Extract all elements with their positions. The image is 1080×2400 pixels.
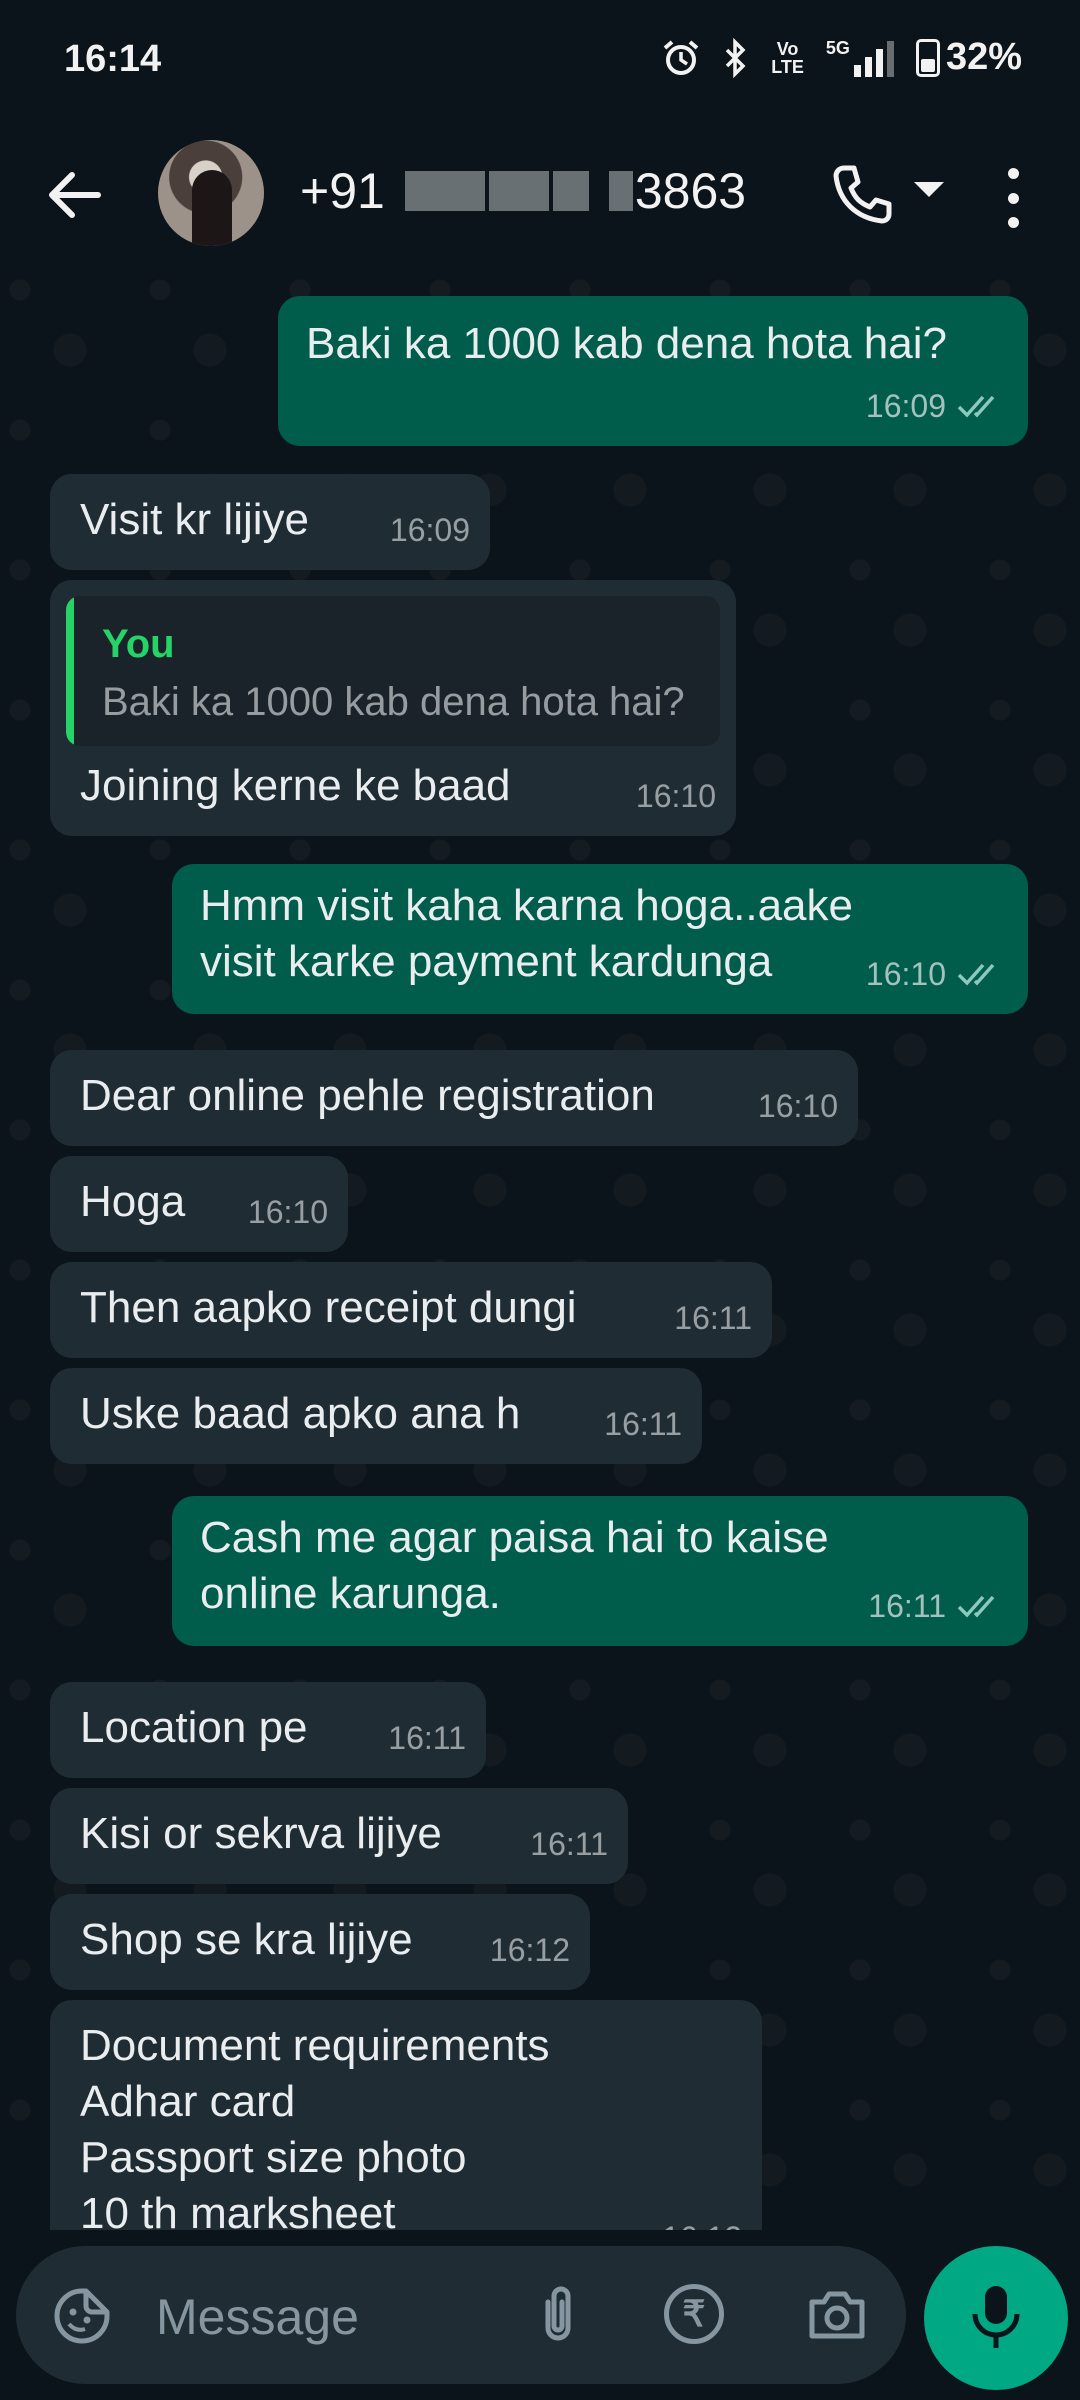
message-bubble-outgoing[interactable]: Hmm visit kaha karna hoga..aake visit ka… [172,864,1028,1014]
attach-icon[interactable] [528,2282,588,2348]
message-time: 16:12 [662,2210,742,2230]
message-bubble-incoming[interactable]: Document requirements Adhar card Passpor… [50,2000,762,2230]
message-meta: 16:10 [866,946,1008,1002]
redacted-block [552,171,589,211]
message-bubble-incoming[interactable]: Visit kr lijiye 16:09 [50,474,490,570]
message-text: Kisi or sekrva lijiye [80,1809,442,1858]
more-options-icon[interactable] [998,168,1028,228]
message-meta: 16:12 [490,1922,570,1978]
phone-prefix: +91 [300,163,385,219]
camera-icon[interactable] [806,2286,868,2342]
message-bubble-outgoing[interactable]: Cash me agar paisa hai to kaise online k… [172,1496,1028,1646]
message-meta: 16:09 [390,502,470,558]
message-bubble-incoming[interactable]: Uske baad apko ana h 16:11 [50,1368,702,1464]
status-bar: 16:14 Vo LTE 5G 32% [0,0,1080,120]
volte-indicator: Vo LTE [771,38,804,77]
redacted-block [488,171,549,211]
message-meta: 16:09 [866,378,1008,434]
message-time: 16:10 [635,778,716,814]
message-bubble-incoming[interactable]: Dear online pehle registration 16:10 [50,1050,858,1146]
mic-button[interactable] [924,2246,1068,2390]
quote-author: You [102,622,175,666]
mic-icon [972,2286,1020,2348]
message-text: Shop se kra lijiye [80,1915,413,1964]
message-text: Uske baad apko ana h [80,1389,521,1438]
message-bubble-incoming[interactable]: Kisi or sekrva lijiye 16:11 [50,1788,628,1884]
message-bubble-outgoing[interactable]: Baki ka 1000 kab dena hota hai? 16:09 [278,296,1028,446]
quote-text: Baki ka 1000 kab dena hota hai? [102,680,685,724]
rupee-icon[interactable]: ₹ [664,2284,724,2344]
message-input[interactable]: Message [156,2288,359,2346]
alarm-icon [663,39,699,75]
message-time: 16:11 [674,1300,752,1336]
message-time: 16:09 [865,388,946,424]
status-icons: Vo LTE 5G 32% [661,36,1022,79]
message-meta: 16:10 [636,768,716,824]
message-time: 16:11 [604,1406,682,1442]
message-input-bar: Message ₹ [16,2246,906,2384]
contact-name[interactable]: +91 3863 [300,162,746,220]
message-text: Then aapko receipt dungi [80,1283,577,1332]
phone-suffix: 3863 [634,163,747,219]
dropdown-icon[interactable] [914,182,944,197]
message-meta: 16:11 [868,1578,1008,1634]
message-text: Joining kerne ke baad [80,761,511,810]
message-bubble-incoming[interactable]: Then aapko receipt dungi 16:11 [50,1262,772,1358]
message-bubble-incoming[interactable]: Shop se kra lijiye 16:12 [50,1894,590,1990]
message-time: 16:10 [757,1088,838,1124]
double-check-icon [957,1595,995,1618]
message-text: Baki ka 1000 kab dena hota hai? [306,319,947,368]
battery-icon [915,38,940,77]
message-meta: 16:11 [388,1710,466,1766]
message-meta: 16:11 [674,1290,752,1346]
message-meta: 16:11 [530,1816,608,1872]
network-label: 5G [825,37,850,58]
message-text: Document requirements Adhar card Passpor… [80,2021,550,2230]
bluetooth-icon [726,37,746,78]
signal-indicator: 5G [826,39,894,77]
message-time: 16:10 [247,1194,328,1230]
message-bubble-incoming[interactable]: You Baki ka 1000 kab dena hota hai? Join… [50,580,736,836]
message-time: 16:09 [389,512,470,548]
redacted-block [404,171,485,211]
message-bubble-incoming[interactable]: Location pe 16:11 [50,1682,486,1778]
message-meta: 16:11 [604,1396,682,1452]
message-time: 16:10 [865,956,946,992]
message-time: 16:11 [388,1720,466,1756]
message-meta: 16:10 [758,1078,838,1134]
phone-icon[interactable] [826,160,896,230]
quote-bar [66,596,74,746]
message-bubble-incoming[interactable]: Hoga 16:10 [50,1156,348,1252]
sticker-icon[interactable] [52,2286,112,2346]
back-arrow-icon[interactable] [40,160,110,230]
message-text: Dear online pehle registration [80,1071,655,1120]
chat-area[interactable]: Baki ka 1000 kab dena hota hai? 16:09 Vi… [0,270,1080,2230]
quoted-message[interactable]: You Baki ka 1000 kab dena hota hai? [66,596,720,746]
message-time: 16:11 [868,1588,946,1624]
battery-percent: 32% [945,36,1022,78]
status-time: 16:14 [64,38,162,80]
message-time: 16:11 [530,1826,608,1862]
chat-header: +91 3863 [0,120,1080,270]
battery-indicator: 32% [915,36,1022,79]
double-check-icon [957,395,995,418]
redacted-block [608,171,633,211]
message-meta: 16:12 [662,2210,742,2230]
double-check-icon [957,963,995,986]
contact-avatar[interactable] [158,140,264,246]
message-time: 16:12 [489,1932,570,1968]
message-meta: 16:10 [248,1184,328,1240]
signal-bars-icon [853,39,894,77]
